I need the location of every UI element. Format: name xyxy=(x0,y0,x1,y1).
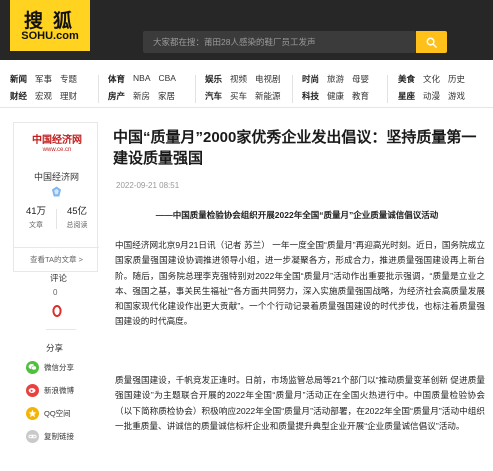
copy-link-button[interactable]: 复制链接 xyxy=(26,425,98,447)
share-label: 分享 xyxy=(46,343,64,353)
nav-item-finance[interactable]: 财经 xyxy=(10,90,27,107)
article-paragraph: 中国经济网北京9月21日讯（记者 苏兰） 一年一度全国“质量月”再迎高光时刻。近… xyxy=(115,240,485,327)
left-sidebar: 中国经济网 www.ce.cn 中国经济网 41万 文章 45亿 总阅读 查看T… xyxy=(0,108,99,471)
article-datetime: 2022-09-21 08:51 xyxy=(116,181,180,190)
nav-group-sports: 体育 NBA CBA 房产 新房 家居 xyxy=(108,73,176,107)
weibo-icon xyxy=(26,383,39,397)
nav-item-news[interactable]: 新闻 xyxy=(10,73,27,90)
nav-group-news: 新闻 军事 专题 财经 宏观 理财 xyxy=(10,73,77,107)
nav-item-travel[interactable]: 旅游 xyxy=(327,73,344,90)
nav-item-culture[interactable]: 文化 xyxy=(423,73,440,90)
nav-item-tech[interactable]: 科技 xyxy=(302,90,319,107)
share-qzone-button[interactable]: QQ空间 xyxy=(26,402,98,424)
nav-item-history[interactable]: 历史 xyxy=(448,73,465,90)
comment-icon[interactable] xyxy=(50,304,64,318)
comment-label: 评论 xyxy=(50,273,68,283)
share-weibo-button[interactable]: 新浪微博 xyxy=(26,379,98,401)
view-author-articles-link[interactable]: 查看TA的文章 > xyxy=(14,247,99,271)
verified-badge-icon xyxy=(51,186,62,197)
wechat-icon xyxy=(26,360,39,374)
nav-item-newhomes[interactable]: 新房 xyxy=(133,90,150,107)
logo-chinese-text: 搜狐 xyxy=(23,10,82,32)
share-weibo-label: 新浪微博 xyxy=(44,385,74,395)
copy-link-label: 复制链接 xyxy=(44,431,74,441)
nav-divider xyxy=(292,75,293,103)
nav-divider xyxy=(195,75,196,103)
nav-item-health[interactable]: 健康 xyxy=(327,90,344,107)
nav-item-entertainment[interactable]: 娱乐 xyxy=(205,73,222,90)
search-input[interactable]: 大家都在搜：莆田28人感染的鞋厂员工发声 xyxy=(143,31,416,53)
nav-group-fashion: 时尚 旅游 母婴 科技 健康 教育 xyxy=(302,73,369,107)
visits-count: 45亿 xyxy=(66,206,88,217)
author-logo-url: www.ce.cn xyxy=(42,147,72,153)
article-title: 中国“质量月”2000家优秀企业发出倡议：坚持质量第一 建设质量强国 xyxy=(113,129,477,167)
link-icon xyxy=(26,429,39,443)
qzone-icon xyxy=(26,406,39,420)
sidebar-divider xyxy=(46,329,76,330)
share-qzone-label: QQ空间 xyxy=(44,408,71,418)
nav-item-sports[interactable]: 体育 xyxy=(108,73,125,90)
author-articles-stat: 41万 文章 xyxy=(16,203,56,230)
nav-item-tvseries[interactable]: 电视剧 xyxy=(255,73,281,90)
nav-item-fashion[interactable]: 时尚 xyxy=(302,73,319,90)
nav-item-nba[interactable]: NBA xyxy=(133,73,150,90)
search-placeholder: 大家都在搜：莆田28人感染的鞋厂员工发声 xyxy=(153,37,316,47)
nav-item-auto[interactable]: 汽车 xyxy=(205,90,222,107)
author-logo[interactable]: 中国经济网 www.ce.cn xyxy=(31,131,83,158)
articles-label: 文章 xyxy=(29,222,43,229)
articles-count: 41万 xyxy=(25,206,47,217)
nav-item-topics[interactable]: 专题 xyxy=(60,73,77,90)
top-bar: 搜狐 SOHU.com 大家都在搜：莆田28人感染的鞋厂员工发声 xyxy=(0,0,493,60)
nav-item-parenting[interactable]: 母婴 xyxy=(352,73,369,90)
nav-item-education[interactable]: 教育 xyxy=(352,90,369,107)
nav-item-video[interactable]: 视频 xyxy=(230,73,247,90)
share-wechat-label: 微信分享 xyxy=(44,362,74,372)
author-logo-text: 中国经济网 xyxy=(32,135,82,146)
article: 中国“质量月”2000家优秀企业发出倡议：坚持质量第一 建设质量强国 2022-… xyxy=(109,108,485,471)
author-visits-stat: 45亿 总阅读 xyxy=(57,203,97,230)
search-button[interactable] xyxy=(416,31,447,53)
share-wechat-button[interactable]: 微信分享 xyxy=(26,356,98,378)
comment-count[interactable]: 0 xyxy=(53,288,57,297)
nav-item-games[interactable]: 游戏 xyxy=(448,90,465,107)
article-lead: ——中国质量检验协会组织开展2022年全国“质量月”企业质量诚信倡议活动 xyxy=(155,210,439,220)
sohu-logo[interactable]: 搜狐 SOHU.com xyxy=(10,0,90,51)
nav-item-buycar[interactable]: 买车 xyxy=(230,90,247,107)
nav-item-newenergy[interactable]: 新能源 xyxy=(255,90,281,107)
nav-item-wealth[interactable]: 理财 xyxy=(60,90,77,107)
channel-nav: 新闻 军事 专题 财经 宏观 理财 体育 NBA CBA 房产 新房 家居 娱乐… xyxy=(0,60,493,108)
nav-group-entertainment: 娱乐 视频 电视剧 汽车 买车 新能源 xyxy=(205,73,281,107)
logo-english-text: SOHU.com xyxy=(21,30,79,42)
nav-item-anime[interactable]: 动漫 xyxy=(423,90,440,107)
nav-item-realestate[interactable]: 房产 xyxy=(108,90,125,107)
visits-label: 总阅读 xyxy=(66,222,88,229)
nav-item-cba[interactable]: CBA xyxy=(159,73,176,90)
nav-item-military[interactable]: 军事 xyxy=(35,73,52,90)
nav-item-food[interactable]: 美食 xyxy=(398,73,415,90)
nav-group-food: 美食 文化 历史 星座 动漫 游戏 xyxy=(398,73,465,107)
nav-item-home[interactable]: 家居 xyxy=(158,90,175,107)
nav-item-horoscope[interactable]: 星座 xyxy=(398,90,415,107)
nav-item-macro[interactable]: 宏观 xyxy=(35,90,52,107)
nav-divider xyxy=(387,75,388,103)
author-name[interactable]: 中国经济网 xyxy=(14,170,99,183)
article-paragraph: 质量强国建设，千帆竞发正逢时。日前，市场监管总局等21个部门以“推动质量变革创新… xyxy=(115,375,485,431)
search-icon xyxy=(426,37,437,48)
nav-divider xyxy=(98,75,99,103)
author-card: 中国经济网 www.ce.cn 中国经济网 41万 文章 45亿 总阅读 查看T… xyxy=(13,122,99,272)
